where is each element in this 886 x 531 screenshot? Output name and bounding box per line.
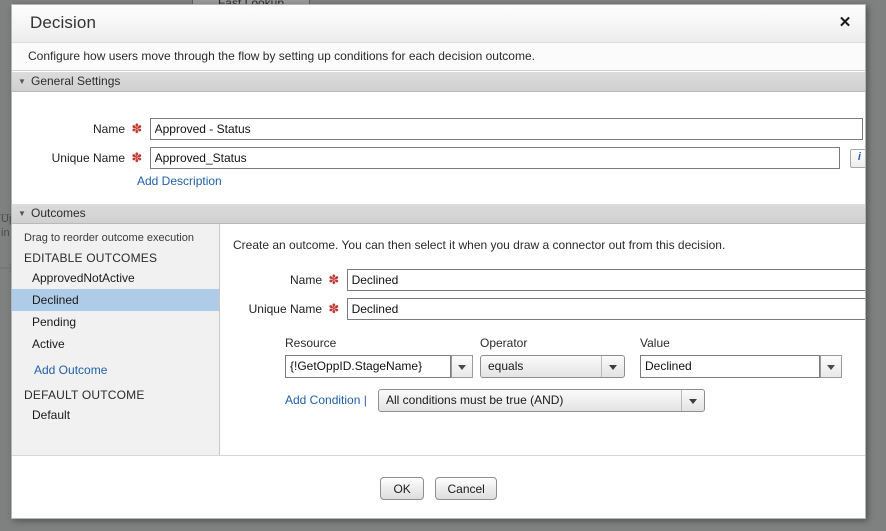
outcomes-sidebar: Drag to reorder outcome execution EDITAB… xyxy=(12,224,220,465)
general-name-row: Name ✽ xyxy=(12,118,863,140)
required-asterisk-icon: ✽ xyxy=(325,301,343,316)
chevron-down-icon[interactable] xyxy=(681,390,704,411)
add-condition-row: Add Condition | xyxy=(285,393,367,407)
ok-button[interactable]: OK xyxy=(380,477,424,500)
outcome-item-approvednotactive[interactable]: ApprovedNotActive xyxy=(12,267,219,289)
condition-operator-value: equals xyxy=(488,359,523,373)
outcome-item-pending[interactable]: Pending xyxy=(12,311,219,333)
outcome-unique-name-label: Unique Name xyxy=(221,298,322,320)
close-icon[interactable]: ✕ xyxy=(835,13,855,33)
section-header-outcomes[interactable]: ▼Outcomes xyxy=(12,203,865,224)
outcome-item-active[interactable]: Active xyxy=(12,333,219,355)
required-asterisk-icon: ✽ xyxy=(128,150,146,165)
outcome-detail-intro: Create an outcome. You can then select i… xyxy=(221,224,865,252)
outcome-item-label: ApprovedNotActive xyxy=(32,271,135,285)
outcome-unique-name-input[interactable] xyxy=(347,298,866,320)
outcome-detail-pane: Create an outcome. You can then select i… xyxy=(221,224,865,465)
dialog-title: Decision xyxy=(30,13,96,33)
dialog-footer-buttons: OK Cancel xyxy=(12,477,865,500)
condition-value-combo[interactable]: Declined xyxy=(640,355,842,378)
chevron-down-icon[interactable] xyxy=(820,355,842,378)
twisty-down-icon[interactable]: ▼ xyxy=(18,72,29,91)
outcome-unique-name-row: Unique Name ✽ i xyxy=(221,298,866,320)
add-condition-link[interactable]: Add Condition | xyxy=(285,393,367,407)
condition-operator-select[interactable]: equals xyxy=(480,355,625,378)
add-outcome-link[interactable]: Add Outcome xyxy=(34,363,107,377)
required-asterisk-icon: ✽ xyxy=(128,121,146,136)
general-unique-name-input[interactable] xyxy=(150,147,840,169)
reorder-hint: Drag to reorder outcome execution xyxy=(12,224,219,244)
required-asterisk-icon: ✽ xyxy=(325,272,343,287)
outcome-name-input[interactable] xyxy=(347,269,866,291)
editable-outcomes-group-label: EDITABLE OUTCOMES xyxy=(12,244,219,267)
condition-resource-value[interactable]: {!GetOppID.StageName} xyxy=(285,355,451,378)
outcome-item-declined[interactable]: Declined xyxy=(12,289,219,311)
decision-dialog: Decision ✕ Configure how users move thro… xyxy=(11,4,866,519)
cancel-button[interactable]: Cancel xyxy=(435,477,496,500)
dialog-description: Configure how users move through the flo… xyxy=(12,43,865,71)
section-title-outcomes: Outcomes xyxy=(31,206,86,220)
outcome-name-label: Name xyxy=(221,269,322,291)
chevron-down-icon[interactable] xyxy=(451,355,473,378)
add-description-row: Add Description xyxy=(137,174,222,196)
section-title-general-settings: General Settings xyxy=(31,74,120,88)
dialog-footer: OK Cancel xyxy=(12,455,865,518)
default-outcome-group-label: DEFAULT OUTCOME xyxy=(12,381,219,404)
dialog-titlebar: Decision ✕ xyxy=(12,5,865,43)
info-icon[interactable]: i xyxy=(850,149,866,168)
outcome-item-label: Pending xyxy=(32,315,76,329)
condition-logic-value: All conditions must be true (AND) xyxy=(386,393,563,407)
outcomes-body: Drag to reorder outcome execution EDITAB… xyxy=(12,224,865,465)
general-name-input[interactable] xyxy=(150,118,863,140)
general-unique-name-row: Unique Name ✽ i xyxy=(12,147,866,169)
outcome-item-default[interactable]: Default xyxy=(12,404,219,426)
condition-resource-combo[interactable]: {!GetOppID.StageName} xyxy=(285,355,473,378)
general-unique-name-label: Unique Name xyxy=(12,147,125,169)
section-header-general-settings[interactable]: ▼General Settings xyxy=(12,71,865,92)
outcome-name-row: Name ✽ xyxy=(221,269,866,291)
condition-header-resource: Resource xyxy=(285,336,336,350)
chevron-down-icon[interactable] xyxy=(601,356,624,377)
outcome-item-label: Declined xyxy=(32,293,79,307)
outcome-item-label: Active xyxy=(32,337,65,351)
general-name-label: Name xyxy=(12,118,125,140)
condition-value-value[interactable]: Declined xyxy=(640,355,820,378)
condition-header-operator: Operator xyxy=(480,336,527,350)
twisty-down-icon[interactable]: ▼ xyxy=(18,204,29,223)
add-description-link[interactable]: Add Description xyxy=(137,174,222,188)
condition-header-value: Value xyxy=(640,336,670,350)
outcome-item-label: Default xyxy=(32,408,70,422)
condition-logic-select[interactable]: All conditions must be true (AND) xyxy=(378,389,705,412)
general-settings-body: Name ✽ Unique Name ✽ i Add Description xyxy=(12,92,865,203)
add-outcome-row: Add Outcome xyxy=(12,359,219,381)
